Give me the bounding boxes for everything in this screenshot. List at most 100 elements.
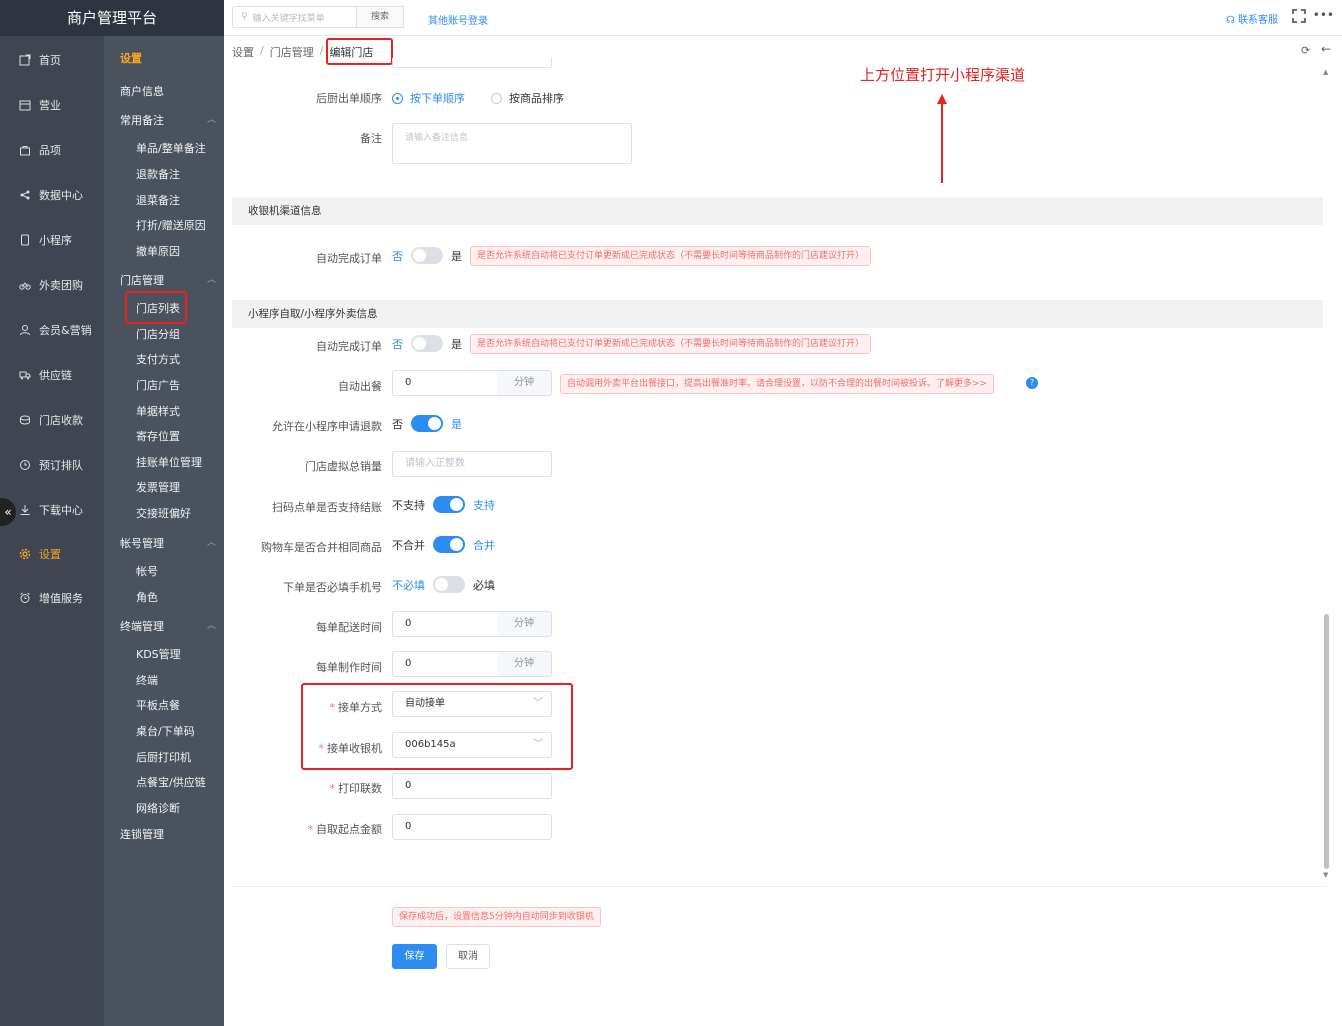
cart-merge-switch[interactable] xyxy=(433,536,465,553)
external-link-icon xyxy=(18,53,32,67)
subnav-item[interactable]: 支付方式 xyxy=(136,351,180,367)
breadcrumb-item[interactable]: 设置 xyxy=(232,44,254,60)
nav-item-supply[interactable]: 供应链 xyxy=(0,353,104,397)
nav-item-mini-program[interactable]: 小程序 xyxy=(0,218,104,262)
switch-on-label: 是 xyxy=(451,417,462,431)
subnav-item[interactable]: 挂账单位管理 xyxy=(136,454,202,470)
nav-item-products[interactable]: 品项 xyxy=(0,128,104,172)
more-icon[interactable]: ••• xyxy=(1313,8,1334,22)
nav-item-settings[interactable]: 设置 xyxy=(0,532,104,576)
subnav-group-terminal[interactable]: 终端管理 ︿ xyxy=(120,618,216,634)
nav-label: 供应链 xyxy=(39,369,72,382)
mini-auto-complete-switch[interactable] xyxy=(411,335,443,352)
nav-label: 增值服务 xyxy=(39,592,83,605)
subnav-item[interactable]: 寄存位置 xyxy=(136,428,180,444)
label-text: 打印联数 xyxy=(338,782,382,795)
scan-checkout-switch[interactable] xyxy=(433,496,465,513)
subnav-group-label: 终端管理 xyxy=(120,620,164,633)
subnav-group-label: 常用备注 xyxy=(120,114,164,127)
pickup-min-input[interactable]: 0 xyxy=(392,814,552,840)
switch-on-label: 是 xyxy=(451,249,462,263)
required-asterisk: * xyxy=(329,782,336,795)
radio-by-order[interactable]: 按下单顺序 xyxy=(392,90,465,106)
subnav-item[interactable]: 终端 xyxy=(136,672,158,688)
subnav-item[interactable]: 退菜备注 xyxy=(136,192,180,208)
subnav-group-account[interactable]: 帐号管理 ︿ xyxy=(120,535,216,551)
make-time-input[interactable]: 0 xyxy=(392,651,498,677)
subnav-item[interactable]: 撤单原因 xyxy=(136,243,180,259)
subnav-chain[interactable]: 连锁管理 xyxy=(120,826,216,842)
bag-icon xyxy=(18,143,32,157)
subnav-item[interactable]: 帐号 xyxy=(136,563,158,579)
subnav-label: 连锁管理 xyxy=(120,828,164,841)
help-icon[interactable]: ? xyxy=(1026,377,1038,389)
switch-off-label: 不支持 xyxy=(392,498,425,512)
radio-by-product[interactable]: 按商品排序 xyxy=(491,90,564,106)
mini-auto-complete-label: 自动完成订单 xyxy=(316,340,382,353)
switch-on-label: 必填 xyxy=(473,578,495,592)
fullscreen-icon[interactable] xyxy=(1292,9,1306,23)
subnav-item[interactable]: 网络诊断 xyxy=(136,800,180,816)
subnav-item[interactable]: 后厨打印机 xyxy=(136,749,191,765)
nav-item-booking[interactable]: 预订排队 xyxy=(0,443,104,487)
subnav-item[interactable]: 平板点餐 xyxy=(136,697,180,713)
subnav-item[interactable]: 退款备注 xyxy=(136,166,180,182)
subnav-item[interactable]: 桌台/下单码 xyxy=(136,723,195,739)
brand-title: 商户管理平台 xyxy=(0,0,224,36)
nav-item-value-added[interactable]: 增值服务 xyxy=(0,576,104,620)
scroll-down-arrow[interactable]: ▼ xyxy=(1323,871,1328,879)
back-arrow-icon[interactable]: ← xyxy=(1321,42,1331,56)
radio-label: 按下单顺序 xyxy=(410,92,465,105)
subnav-item[interactable]: 单据样式 xyxy=(136,403,180,419)
label-text: 自取起点金额 xyxy=(316,823,382,836)
auto-complete-switch[interactable] xyxy=(411,247,443,264)
cancel-button[interactable]: 取消 xyxy=(446,944,490,969)
subnav-item[interactable]: 交接班偏好 xyxy=(136,505,191,521)
subnav-item[interactable]: 发票管理 xyxy=(136,479,180,495)
auto-out-tip[interactable]: 自动调用外卖平台出餐接口，提高出餐准时率。请合理设置，以防不合理的出餐时间被投诉… xyxy=(560,374,995,394)
delivery-time-input[interactable]: 0 xyxy=(392,611,498,637)
cart-switch-row: 不合并 合并 xyxy=(392,536,495,553)
subnav-item[interactable]: 门店广告 xyxy=(136,377,180,393)
nav-item-payment[interactable]: 门店收款 xyxy=(0,398,104,442)
radio-dot xyxy=(491,92,502,104)
other-login-link[interactable]: 其他账号登录 xyxy=(428,12,488,27)
nav-item-data-center[interactable]: 数据中心 xyxy=(0,173,104,217)
virtual-sales-input[interactable]: 请输入正整数 xyxy=(392,451,552,477)
subnav-item[interactable]: 点餐宝/供应链 xyxy=(136,774,206,790)
subnav-item[interactable]: 门店分组 xyxy=(136,326,180,342)
refresh-icon[interactable]: ⟳ xyxy=(1301,44,1310,57)
subnav-item[interactable]: 打折/赠送原因 xyxy=(136,217,206,233)
nav-item-delivery[interactable]: 外卖团购 xyxy=(0,263,104,307)
save-button[interactable]: 保存 xyxy=(392,944,437,969)
breadcrumb-separator: / xyxy=(260,44,264,57)
refund-switch[interactable] xyxy=(411,415,443,432)
nav-label: 会员&营销 xyxy=(39,324,92,337)
phone-required-switch[interactable] xyxy=(433,576,465,593)
auto-out-input[interactable]: 0 xyxy=(392,370,498,396)
required-asterisk: * xyxy=(307,823,314,836)
annotation-arrow-line xyxy=(941,103,943,183)
print-copies-input[interactable]: 0 xyxy=(392,773,552,799)
scrollbar-thumb[interactable] xyxy=(1324,614,1329,869)
minute-addon: 分钟 xyxy=(497,370,552,396)
subnav-merchant-info[interactable]: 商户信息 xyxy=(120,83,216,99)
remark-textarea[interactable]: 请输入备注信息 xyxy=(392,123,632,164)
breadcrumb-item[interactable]: 门店管理 xyxy=(270,44,314,60)
nav-item-member[interactable]: 会员&营销 xyxy=(0,308,104,352)
nav-item-business[interactable]: 营业 xyxy=(0,83,104,127)
subnav-item[interactable]: 角色 xyxy=(136,589,158,605)
scroll-up-arrow[interactable]: ▲ xyxy=(1323,68,1328,76)
nav-label: 小程序 xyxy=(39,234,72,247)
search-button[interactable]: 搜索 xyxy=(356,6,404,28)
annotation-text: 上方位置打开小程序渠道 xyxy=(860,66,1026,84)
subnav-group-store[interactable]: 门店管理 ︿ xyxy=(120,272,216,288)
subnav-item[interactable]: KDS管理 xyxy=(136,646,181,662)
subnav-group-remarks[interactable]: 常用备注 ︿ xyxy=(120,112,216,128)
clock-icon xyxy=(18,458,32,472)
switch-off-label: 否 xyxy=(392,417,403,431)
make-time-label: 每单制作时间 xyxy=(316,661,382,674)
contact-support-link[interactable]: ☊ 联系客服 xyxy=(1226,11,1278,26)
subnav-item[interactable]: 单品/整单备注 xyxy=(136,140,206,156)
nav-item-home[interactable]: 首页 xyxy=(0,38,104,82)
